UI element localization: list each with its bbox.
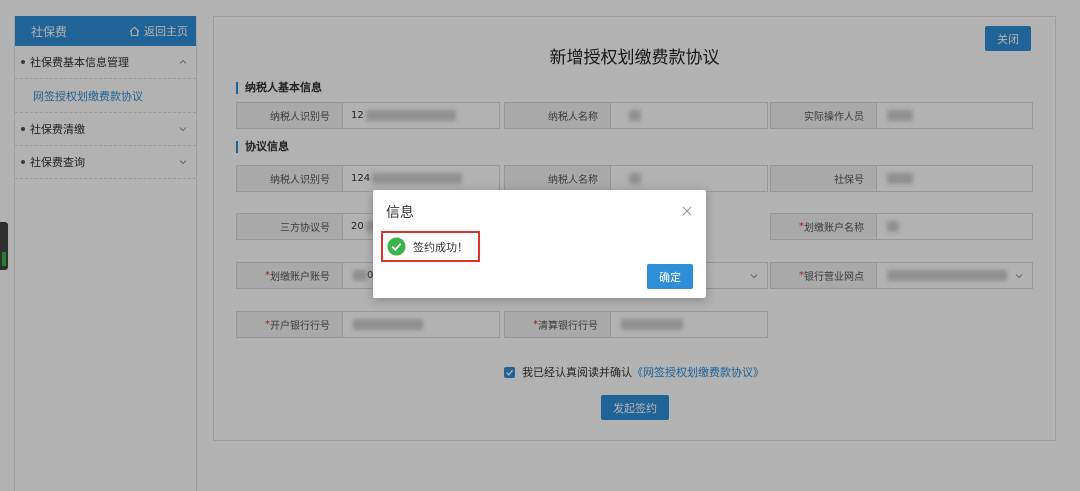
dialog-message-box: 签约成功！ xyxy=(381,231,480,262)
dialog-title: 信息 xyxy=(386,205,414,221)
info-dialog: 信息 签约成功！ 确定 xyxy=(373,190,706,298)
close-icon[interactable] xyxy=(682,206,692,216)
confirm-button[interactable]: 确定 xyxy=(647,264,693,289)
success-check-icon xyxy=(387,237,406,256)
dialog-message: 签约成功！ xyxy=(413,240,468,254)
